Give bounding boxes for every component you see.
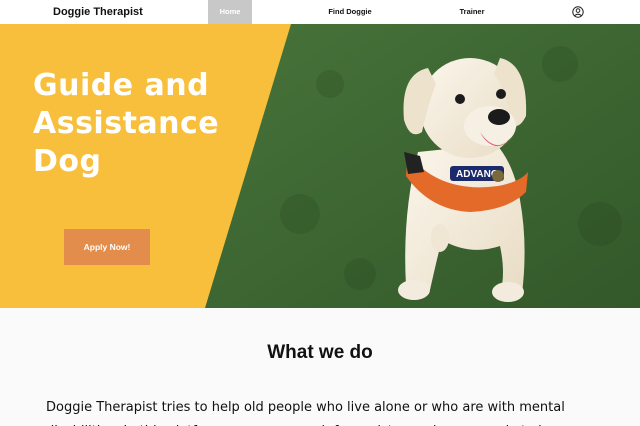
top-navigation-bar: Doggie Therapist Home Find Doggie Traine… <box>0 0 640 25</box>
section-heading: What we do <box>267 342 373 363</box>
user-circle-icon[interactable] <box>572 6 584 18</box>
apply-now-button[interactable]: Apply Now! <box>64 229 150 265</box>
hero-title: Guide and Assistance Dog <box>33 68 220 179</box>
nav-home[interactable]: Home <box>208 0 252 24</box>
vest-label: ADVANC <box>456 169 498 180</box>
section-description: Doggie Therapist tries to help old peopl… <box>46 400 602 426</box>
brand-logo[interactable]: Doggie Therapist <box>53 0 143 24</box>
nav-trainer[interactable]: Trainer <box>452 0 492 24</box>
what-we-do-section: What we do Doggie Therapist tries to hel… <box>0 308 640 426</box>
hero-banner: ADVANC Guide and Assistance Dog Apply No… <box>0 24 640 308</box>
nav-find-doggie[interactable]: Find Doggie <box>318 0 382 24</box>
